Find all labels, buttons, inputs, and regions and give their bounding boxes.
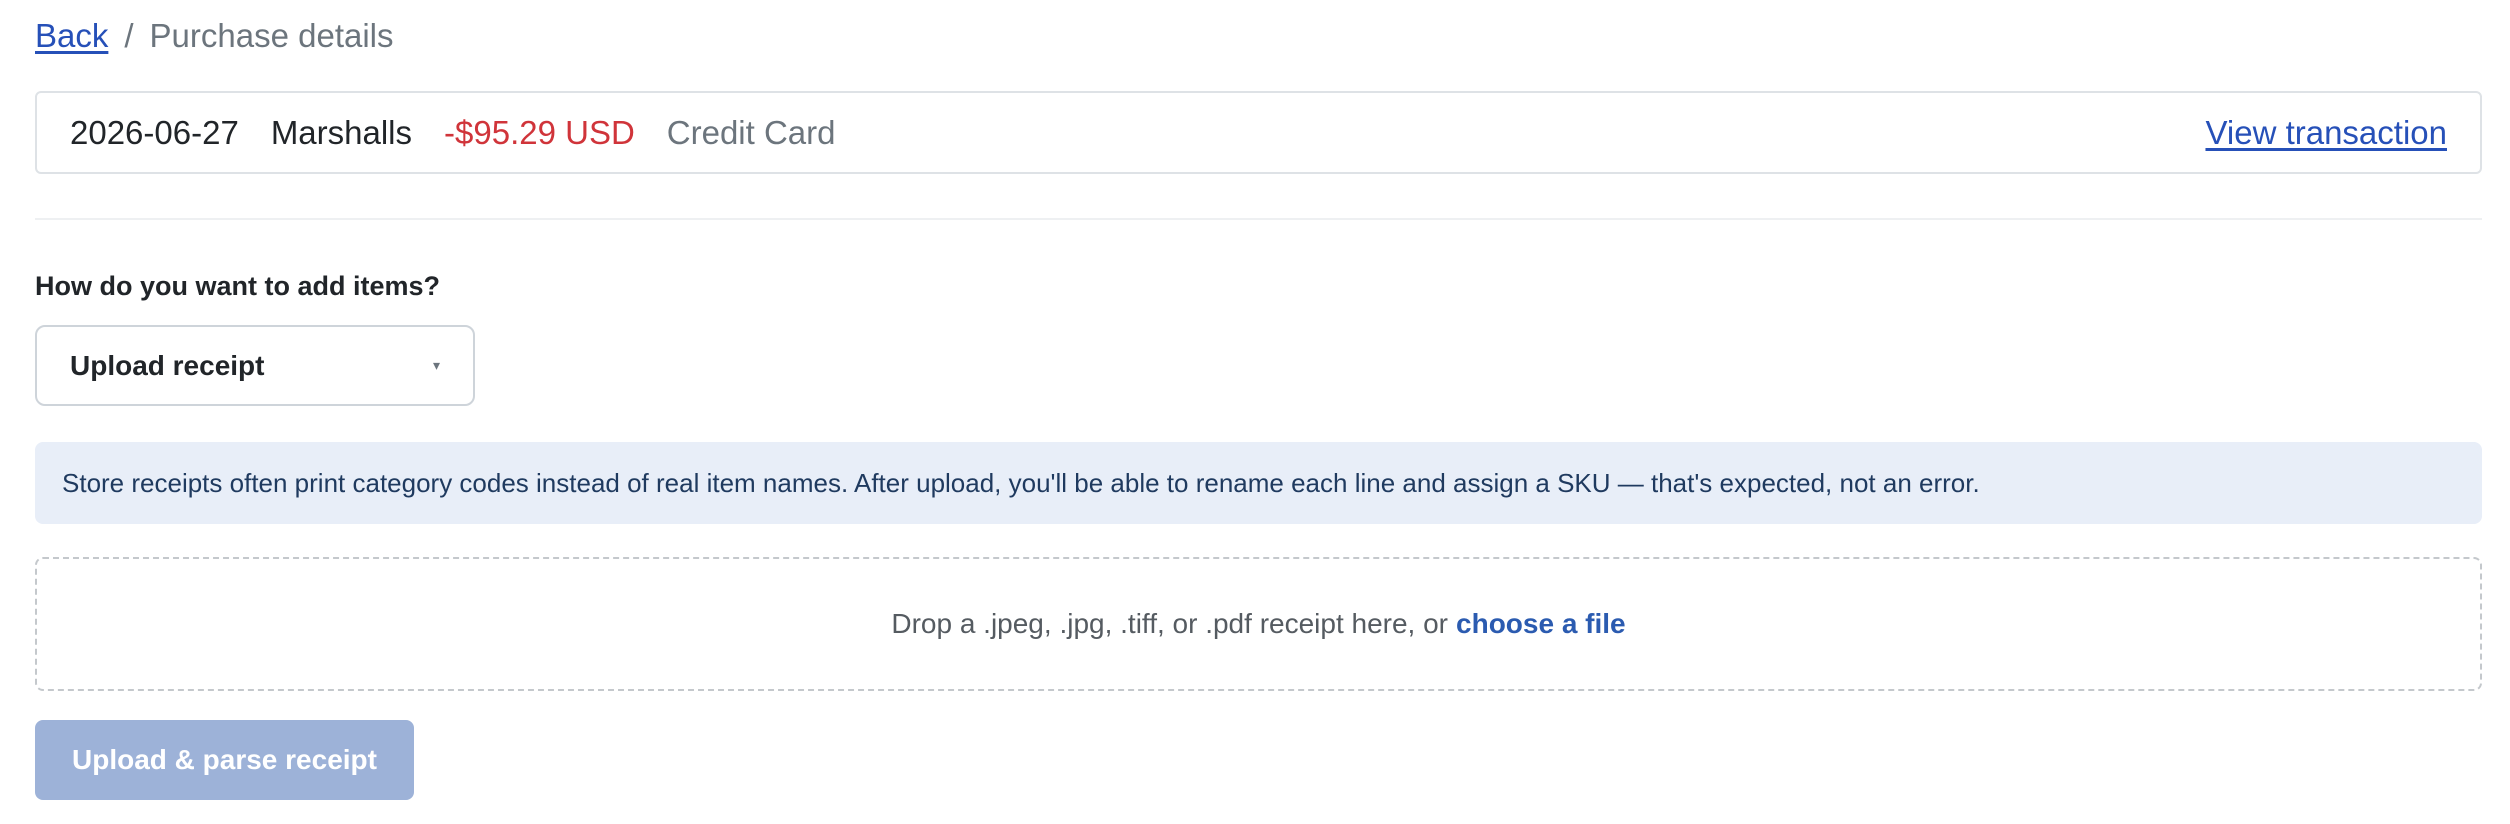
info-notice-text: Store receipts often print category code… [62,467,1980,498]
choose-file-link[interactable]: choose a file [1456,608,1626,640]
transaction-payment-method: Credit Card [666,113,836,151]
add-items-method-select[interactable]: Upload receipt ▾ [35,325,475,406]
breadcrumb-current: Purchase details [149,17,394,54]
add-items-label: How do you want to add items? [35,271,440,301]
back-link[interactable]: Back [35,14,108,58]
purchase-details-page: Back / Purchase details 2026-06-27 Marsh… [0,0,2510,824]
chevron-down-icon: ▾ [432,357,440,373]
section-divider [35,218,2482,220]
breadcrumb-separator: / [124,17,134,54]
select-value: Upload receipt [70,349,265,381]
transaction-date: 2026-06-27 [70,113,239,151]
dropzone-prompt: Drop a .jpeg, .jpg, .tiff, or .pdf recei… [891,608,1449,639]
receipt-dropzone[interactable]: Drop a .jpeg, .jpg, .tiff, or .pdf recei… [35,557,2482,691]
transaction-merchant: Marshalls [270,113,413,151]
view-transaction-link[interactable]: View transaction [2205,114,2447,152]
upload-parse-receipt-button[interactable]: Upload & parse receipt [35,720,414,800]
transaction-amount: -$95.29 USD [444,113,635,151]
info-notice: Store receipts often print category code… [35,442,2482,524]
breadcrumb: Back / Purchase details [35,14,394,58]
transaction-summary-card: 2026-06-27 Marshalls -$95.29 USD Credit … [35,91,2482,174]
